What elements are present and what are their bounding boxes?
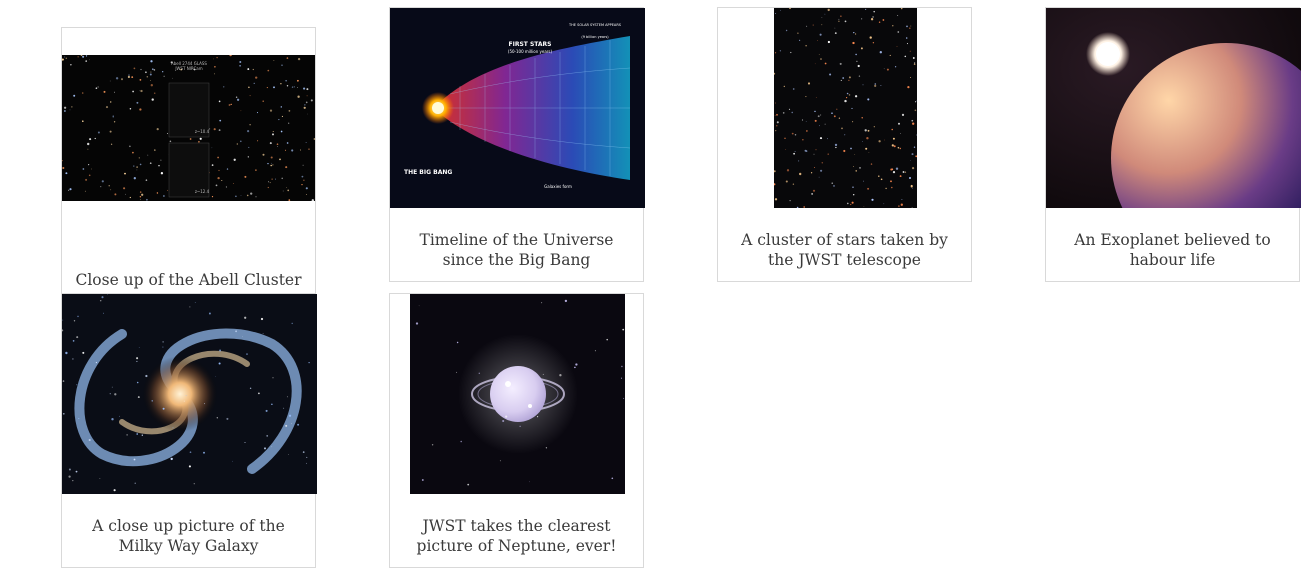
svg-text:z~10.4: z~10.4 (195, 129, 210, 134)
caption-text: A close up picture of the Milky Way Gala… (92, 517, 285, 555)
caption-text: An Exoplanet believed to habour life (1074, 231, 1271, 269)
svg-text:(50-100 million years): (50-100 million years) (508, 49, 553, 54)
gallery-caption: Timeline of the Universe since the Big B… (400, 226, 633, 270)
svg-text:z~12.4: z~12.4 (195, 189, 210, 194)
gallery-caption: A cluster of stars taken by the JWST tel… (728, 226, 961, 270)
caption-text: A cluster of stars taken by the JWST tel… (741, 231, 948, 269)
svg-text:THE BIG BANG: THE BIG BANG (404, 169, 452, 176)
gallery-image-universe-timeline[interactable]: FIRST STARS (50-100 million years) THE S… (390, 8, 645, 208)
gallery-image-exoplanet[interactable] (1046, 8, 1301, 208)
gallery-card[interactable]: A close up picture of the Milky Way Gala… (61, 293, 317, 568)
gallery-card[interactable]: A cluster of stars taken by the JWST tel… (717, 7, 972, 282)
caption-text: JWST takes the clearest picture of Neptu… (416, 517, 617, 555)
svg-text:FIRST STARS: FIRST STARS (509, 41, 552, 48)
gallery-image-abell-cluster[interactable]: Abell 2744 GLASS JWST NIRCam z~10.4 z~12… (62, 55, 315, 201)
gallery-image-neptune[interactable] (410, 294, 625, 494)
gallery-image-star-cluster[interactable] (774, 8, 917, 208)
gallery-image-spiral-galaxy[interactable] (62, 294, 317, 494)
caption-text: Timeline of the Universe since the Big B… (419, 231, 614, 269)
svg-text:(9 billion years): (9 billion years) (581, 35, 609, 39)
svg-text:THE SOLAR SYSTEM APPEARS: THE SOLAR SYSTEM APPEARS (568, 23, 622, 27)
gallery-card[interactable]: JWST takes the clearest picture of Neptu… (389, 293, 644, 568)
svg-text:Galaxies form: Galaxies form (544, 184, 572, 189)
gallery-card[interactable]: An Exoplanet believed to habour life (1045, 7, 1301, 282)
gallery-caption: JWST takes the clearest picture of Neptu… (400, 512, 633, 556)
svg-text:JWST NIRCam: JWST NIRCam (174, 66, 202, 71)
caption-text: Close up of the Abell Cluster (75, 271, 302, 289)
gallery-caption: An Exoplanet believed to habour life (1056, 226, 1289, 270)
gallery-card[interactable]: Abell 2744 GLASS JWST NIRCam z~10.4 z~12… (61, 27, 316, 302)
gallery-caption: A close up picture of the Milky Way Gala… (72, 512, 305, 556)
gallery-card[interactable]: FIRST STARS (50-100 million years) THE S… (389, 7, 645, 282)
gallery-caption: Close up of the Abell Cluster (72, 246, 305, 290)
